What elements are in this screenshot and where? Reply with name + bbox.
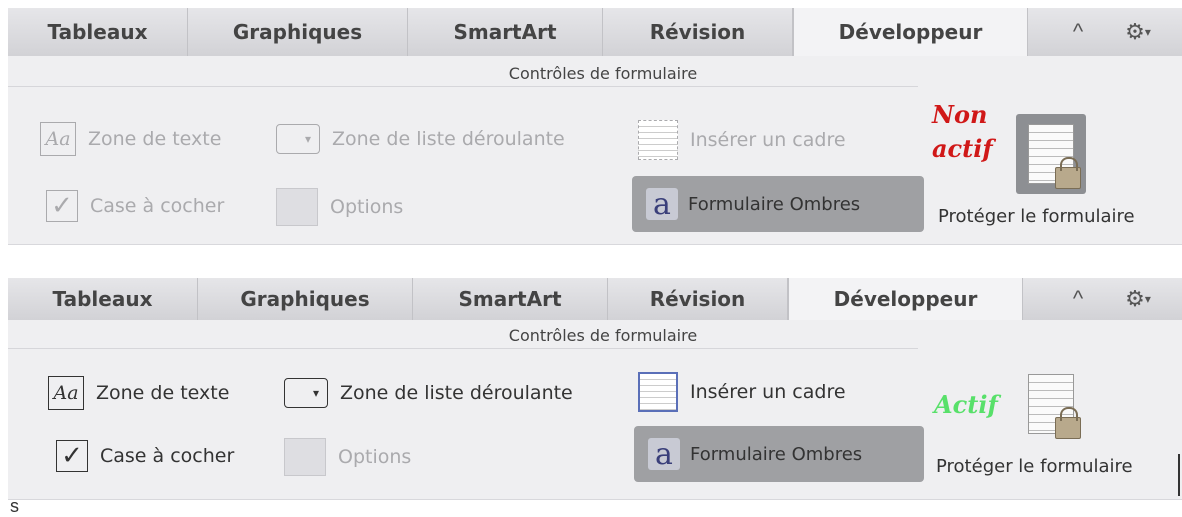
gear-glyph: ⚙ bbox=[1125, 286, 1145, 311]
group-divider bbox=[8, 86, 918, 87]
collapse-ribbon-icon[interactable]: ^ bbox=[1058, 8, 1098, 56]
options-label: Options bbox=[338, 446, 412, 468]
shade-form-label: Formulaire Ombres bbox=[690, 443, 863, 465]
gear-glyph: ⚙ bbox=[1125, 19, 1145, 44]
chevron-down-icon: ▾ bbox=[1144, 25, 1151, 39]
tab-developpeur[interactable]: Développeur bbox=[788, 278, 1023, 320]
form-icon: a bbox=[648, 437, 680, 472]
ribbon-panel-active: Tableaux Graphiques SmartArt Révision Dé… bbox=[8, 278, 1182, 516]
text-field-icon: Aa bbox=[48, 376, 84, 410]
status-active: Actif bbox=[934, 390, 998, 419]
dropdown-list-label: Zone de liste déroulante bbox=[332, 128, 565, 150]
gear-icon[interactable]: ⚙ ▾ bbox=[1113, 278, 1163, 320]
tab-smartart[interactable]: SmartArt bbox=[413, 278, 608, 320]
protect-form-button[interactable] bbox=[1016, 364, 1086, 444]
tab-developpeur[interactable]: Développeur bbox=[793, 8, 1028, 56]
ribbon-content: Contrôles de formulaire s Aa Zone de tex… bbox=[8, 320, 1182, 516]
protect-form-label: Protéger le formulaire bbox=[938, 206, 1135, 227]
insert-frame-control[interactable]: Insérer un cadre bbox=[638, 120, 846, 160]
tab-smartart[interactable]: SmartArt bbox=[408, 8, 603, 56]
frame-icon bbox=[638, 372, 678, 412]
dropdown-list-control[interactable]: ▾ Zone de liste déroulante bbox=[276, 124, 565, 154]
options-icon bbox=[276, 188, 318, 226]
insert-frame-label: Insérer un cadre bbox=[690, 129, 846, 151]
protect-form-button[interactable] bbox=[1016, 114, 1086, 194]
options-control[interactable]: Options bbox=[284, 438, 411, 476]
ribbon-panel-inactive: Tableaux Graphiques SmartArt Révision Dé… bbox=[8, 8, 1182, 245]
group-title: Contrôles de formulaire bbox=[508, 64, 698, 83]
form-icon: a bbox=[646, 187, 678, 222]
dropdown-icon: ▾ bbox=[284, 378, 328, 408]
checkbox-control[interactable]: ✓ Case à cocher bbox=[56, 440, 234, 472]
tab-revision[interactable]: Révision bbox=[608, 278, 788, 320]
tab-graphiques[interactable]: Graphiques bbox=[188, 8, 408, 56]
gear-icon[interactable]: ⚙ ▾ bbox=[1113, 8, 1163, 56]
checkbox-icon: ✓ bbox=[56, 440, 88, 472]
ribbon-tab-bar: Tableaux Graphiques SmartArt Révision Dé… bbox=[8, 278, 1182, 321]
checkbox-label: Case à cocher bbox=[100, 445, 235, 467]
text-zone-control[interactable]: Aa Zone de texte bbox=[40, 122, 221, 156]
dropdown-list-label: Zone de liste déroulante bbox=[340, 382, 573, 404]
frame-icon bbox=[638, 120, 678, 160]
group-title: Contrôles de formulaire bbox=[508, 326, 698, 345]
ribbon-content: Contrôles de formulaire Aa Zone de texte… bbox=[8, 56, 1182, 245]
text-field-icon: Aa bbox=[40, 122, 76, 156]
text-cursor bbox=[1178, 454, 1180, 496]
options-icon bbox=[284, 438, 326, 476]
tab-tableaux[interactable]: Tableaux bbox=[8, 8, 188, 56]
status-inactive-line1: Non bbox=[932, 100, 988, 129]
shade-form-button[interactable]: a Formulaire Ombres bbox=[634, 426, 924, 482]
text-zone-label: Zone de texte bbox=[88, 128, 222, 150]
status-inactive-line2: actif bbox=[932, 134, 993, 163]
checkbox-icon: ✓ bbox=[46, 190, 78, 222]
shade-form-label: Formulaire Ombres bbox=[688, 193, 861, 215]
insert-frame-label: Insérer un cadre bbox=[690, 381, 846, 403]
dropdown-icon: ▾ bbox=[276, 124, 320, 154]
options-control[interactable]: Options bbox=[276, 188, 403, 226]
insert-frame-control[interactable]: Insérer un cadre bbox=[638, 372, 846, 412]
status-inactive: Non actif bbox=[932, 98, 993, 166]
options-label: Options bbox=[330, 196, 404, 218]
document-lock-icon bbox=[1028, 124, 1081, 189]
document-lock-icon bbox=[1028, 374, 1081, 439]
shade-form-button[interactable]: a Formulaire Ombres bbox=[632, 176, 924, 232]
group-divider bbox=[8, 348, 918, 349]
tab-revision[interactable]: Révision bbox=[603, 8, 793, 56]
dropdown-list-control[interactable]: ▾ Zone de liste déroulante bbox=[284, 378, 573, 408]
ribbon-tab-bar: Tableaux Graphiques SmartArt Révision Dé… bbox=[8, 8, 1182, 57]
checkbox-control[interactable]: ✓ Case à cocher bbox=[46, 190, 224, 222]
cut-off-text: s bbox=[10, 496, 19, 516]
chevron-down-icon: ▾ bbox=[1144, 292, 1151, 306]
tab-graphiques[interactable]: Graphiques bbox=[198, 278, 413, 320]
tab-tableaux[interactable]: Tableaux bbox=[8, 278, 198, 320]
checkbox-label: Case à cocher bbox=[90, 195, 225, 217]
protect-form-label: Protéger le formulaire bbox=[936, 456, 1133, 477]
text-zone-control[interactable]: Aa Zone de texte bbox=[48, 376, 229, 410]
text-zone-label: Zone de texte bbox=[96, 382, 230, 404]
collapse-ribbon-icon[interactable]: ^ bbox=[1058, 278, 1098, 320]
